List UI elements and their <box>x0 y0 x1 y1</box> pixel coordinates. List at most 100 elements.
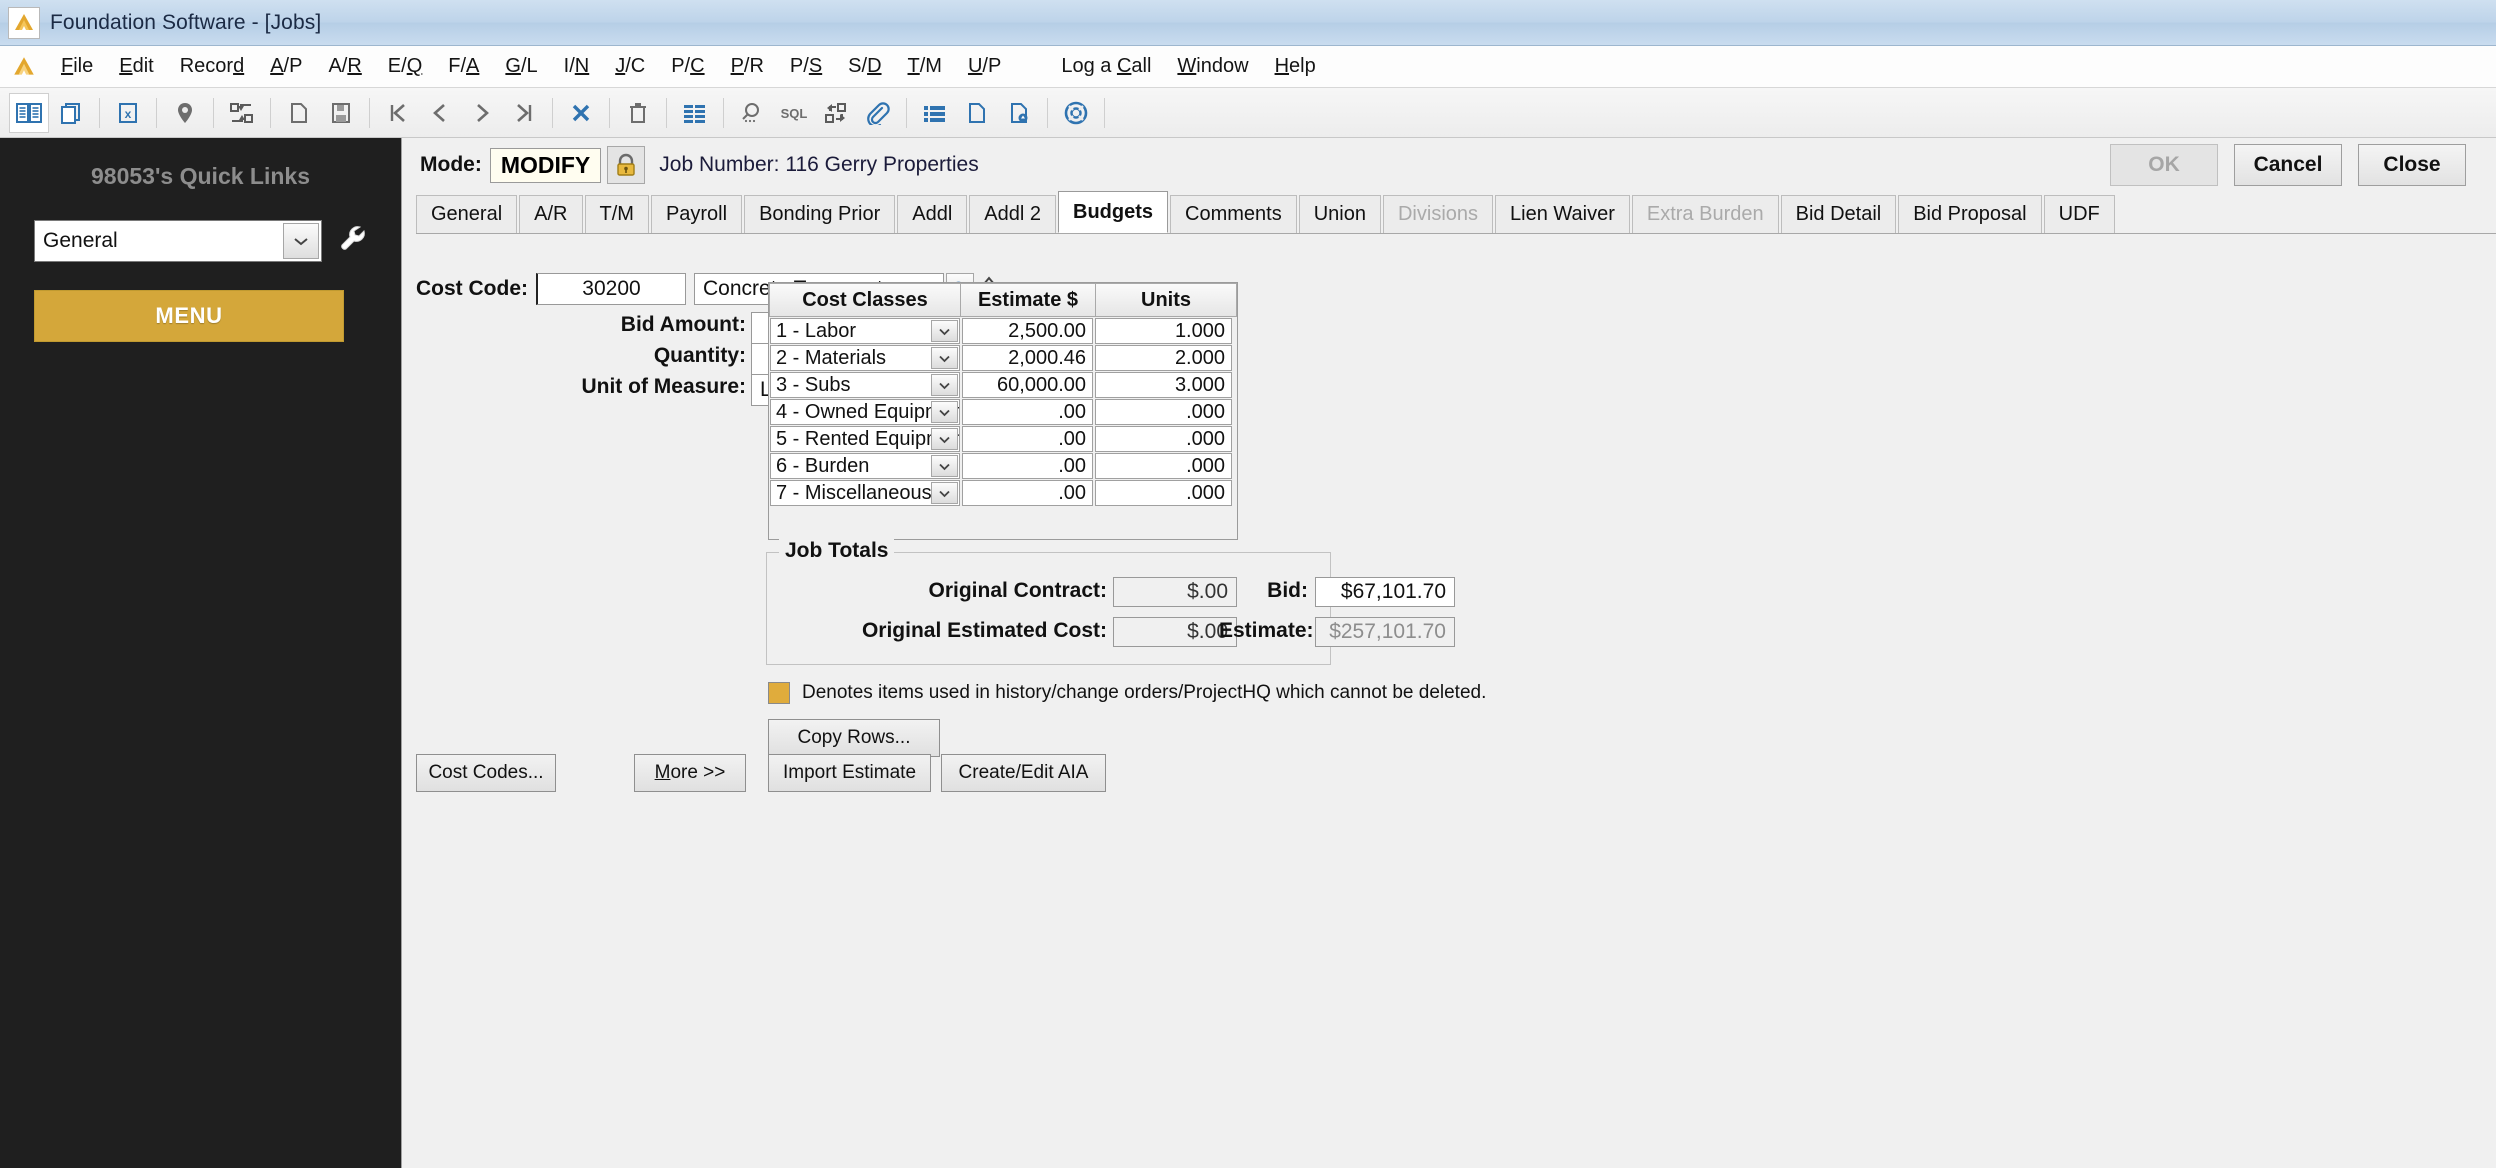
menu-item-fa[interactable]: F/A <box>435 53 492 80</box>
estimate-input[interactable]: .00 <box>962 480 1093 506</box>
menu-button[interactable]: MENU <box>34 290 344 342</box>
menu-item-edit[interactable]: Edit <box>106 53 166 80</box>
sql-icon[interactable]: SQL <box>774 93 814 133</box>
menu-item-window[interactable]: Window <box>1164 53 1261 80</box>
legend-note-text: Denotes items used in history/change ord… <box>802 682 1487 703</box>
tab-union[interactable]: Union <box>1298 195 1381 233</box>
bullet-list-icon[interactable] <box>915 93 955 133</box>
workflow-icon[interactable] <box>816 93 856 133</box>
cost-code-input[interactable]: 30200 <box>536 273 686 305</box>
lifebuoy-help-icon[interactable] <box>1056 93 1096 133</box>
wrench-icon[interactable] <box>336 222 370 261</box>
tab-bid-detail[interactable]: Bid Detail <box>1780 195 1897 233</box>
close-record-icon[interactable]: x <box>108 93 148 133</box>
menu-item-ps[interactable]: P/S <box>777 53 835 80</box>
import-estimate-button[interactable]: Import Estimate <box>768 754 931 792</box>
cost-class-select[interactable]: 7 - Miscellaneous <box>770 480 960 506</box>
next-record-icon[interactable] <box>462 93 502 133</box>
copy-rows-button[interactable]: Copy Rows... <box>768 719 940 757</box>
units-input[interactable]: 1.000 <box>1095 318 1232 344</box>
attachment-icon[interactable] <box>858 93 898 133</box>
tab-general[interactable]: General <box>416 195 518 233</box>
tab-ar[interactable]: A/R <box>519 195 583 233</box>
estimate-input[interactable]: 2,500.00 <box>962 318 1093 344</box>
cost-codes-button[interactable]: Cost Codes... <box>416 754 556 792</box>
chevron-down-icon[interactable] <box>931 401 958 423</box>
chevron-down-icon[interactable] <box>931 482 958 504</box>
tab-tm[interactable]: T/M <box>584 195 649 233</box>
ok-button[interactable]: OK <box>2110 144 2218 186</box>
menu-item-up[interactable]: U/P <box>955 53 1014 80</box>
new-document-icon[interactable] <box>279 93 319 133</box>
units-input[interactable]: .000 <box>1095 399 1232 425</box>
chevron-down-icon[interactable] <box>931 428 958 450</box>
units-input[interactable]: .000 <box>1095 453 1232 479</box>
tab-comments[interactable]: Comments <box>1170 195 1297 233</box>
cost-class-select[interactable]: 1 - Labor <box>770 318 960 344</box>
previous-record-icon[interactable] <box>420 93 460 133</box>
chevron-down-icon[interactable] <box>931 320 958 342</box>
chevron-down-icon[interactable] <box>931 455 958 477</box>
book-open-icon[interactable] <box>9 92 49 133</box>
menu-item-pr[interactable]: P/R <box>718 53 777 80</box>
tab-udf[interactable]: UDF <box>2043 195 2115 233</box>
estimate-input[interactable]: .00 <box>962 426 1093 452</box>
estimate-input[interactable]: .00 <box>962 453 1093 479</box>
menu-item-tm[interactable]: T/M <box>895 53 955 80</box>
page-icon[interactable] <box>957 93 997 133</box>
cost-class-select[interactable]: 2 - Materials <box>770 345 960 371</box>
chevron-down-icon[interactable] <box>931 347 958 369</box>
tab-payroll[interactable]: Payroll <box>650 195 743 233</box>
estimate-input[interactable]: 2,000.46 <box>962 345 1093 371</box>
menu-item-in[interactable]: I/N <box>551 53 603 80</box>
cost-class-value: 1 - Labor <box>776 319 857 342</box>
grid-list-icon[interactable] <box>675 93 715 133</box>
transfer-icon[interactable] <box>222 93 262 133</box>
create-edit-aia-button[interactable]: Create/Edit AIA <box>941 754 1106 792</box>
tab-addl[interactable]: Addl <box>897 195 968 233</box>
more-button[interactable]: More >> <box>634 754 746 792</box>
cost-class-select[interactable]: 6 - Burden <box>770 453 960 479</box>
copy-records-icon[interactable] <box>51 93 91 133</box>
estimate-input[interactable]: .00 <box>962 399 1093 425</box>
menu-item-jc[interactable]: J/C <box>602 53 658 80</box>
menu-item-help[interactable]: Help <box>1262 53 1329 80</box>
tab-bid-proposal[interactable]: Bid Proposal <box>1898 195 2042 233</box>
search-icon[interactable] <box>732 93 772 133</box>
delete-x-icon[interactable] <box>561 93 601 133</box>
units-input[interactable]: .000 <box>1095 480 1232 506</box>
cost-class-select[interactable]: 3 - Subs <box>770 372 960 398</box>
cost-class-select[interactable]: 4 - Owned Equipment <box>770 399 960 425</box>
close-button[interactable]: Close <box>2358 144 2466 186</box>
menu-item-pc[interactable]: P/C <box>658 53 717 80</box>
menu-item-log-a-call[interactable]: Log a Call <box>1048 53 1164 80</box>
tab-budgets[interactable]: Budgets <box>1058 191 1169 233</box>
chevron-down-icon[interactable] <box>931 374 958 396</box>
menu-item-ap[interactable]: A/P <box>257 53 315 80</box>
units-input[interactable]: .000 <box>1095 426 1232 452</box>
trash-icon[interactable] <box>618 93 658 133</box>
chevron-down-icon[interactable] <box>283 223 319 259</box>
cost-class-select[interactable]: 5 - Rented Equipment <box>770 426 960 452</box>
menu-item-file[interactable]: File <box>48 53 106 80</box>
map-pin-icon[interactable] <box>165 93 205 133</box>
cancel-button[interactable]: Cancel <box>2234 144 2342 186</box>
menu-item-sd[interactable]: S/D <box>835 53 894 80</box>
mode-bar: Mode: MODIFY Job Number: 116 Gerry Prope… <box>402 138 2496 192</box>
first-record-icon[interactable] <box>378 93 418 133</box>
units-input[interactable]: 3.000 <box>1095 372 1232 398</box>
page-add-icon[interactable] <box>999 93 1039 133</box>
menu-item-record[interactable]: Record <box>167 53 257 80</box>
menu-item-ar[interactable]: A/R <box>315 53 374 80</box>
units-input[interactable]: 2.000 <box>1095 345 1232 371</box>
last-record-icon[interactable] <box>504 93 544 133</box>
tab-bonding-prior[interactable]: Bonding Prior <box>744 195 896 233</box>
quick-links-category-select[interactable]: General <box>34 220 322 262</box>
estimate-input[interactable]: 60,000.00 <box>962 372 1093 398</box>
save-disk-icon[interactable] <box>321 93 361 133</box>
tab-addl-2[interactable]: Addl 2 <box>969 195 1057 233</box>
menu-item-eq[interactable]: E/Q <box>375 53 435 80</box>
tab-lien-waiver[interactable]: Lien Waiver <box>1495 195 1630 233</box>
menu-item-gl[interactable]: G/L <box>492 53 550 80</box>
lock-icon[interactable] <box>607 146 646 184</box>
